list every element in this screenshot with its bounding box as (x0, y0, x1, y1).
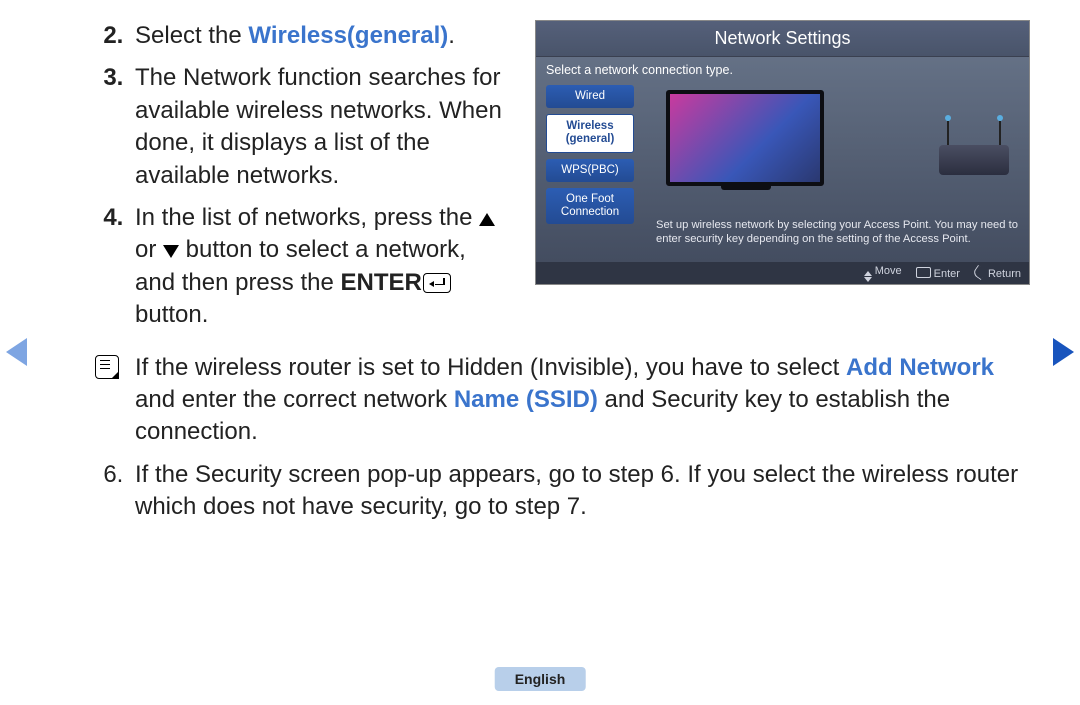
language-indicator: English (495, 667, 586, 691)
note-text-b: and enter the correct network (135, 386, 454, 413)
panel-footer: Move Enter Return (536, 262, 1029, 284)
instruction-list-bottom: If the wireless router is set to Hidden … (90, 352, 1030, 524)
step-2-text-b: . (448, 22, 455, 49)
tv-illustration-router (939, 145, 1009, 175)
panel-subtitle: Select a network connection type. (536, 57, 1029, 77)
return-mini-icon (972, 264, 987, 279)
move-updown-icon (864, 271, 872, 282)
enter-mini-icon (916, 267, 931, 278)
step-5-text: If the Security screen pop-up appears, g… (135, 461, 1018, 520)
step-4-text-c: button. (135, 301, 208, 328)
menu-item-wireless-general[interactable]: Wireless (general) (546, 114, 634, 152)
menu-item-onefoot-l2: Connection (561, 206, 619, 218)
step-3: The Network function searches for availa… (130, 62, 510, 192)
down-arrow-icon (163, 245, 179, 258)
prev-page-arrow[interactable] (6, 338, 27, 366)
step-2: Select the Wireless(general). (130, 20, 510, 52)
step-4-text-a: In the list of networks, press the (135, 204, 479, 231)
menu-item-one-foot[interactable]: One Foot Connection (546, 188, 634, 224)
enter-icon (423, 273, 451, 293)
add-network-link: Add Network (846, 354, 994, 381)
footer-return-label: Return (988, 268, 1021, 280)
step-4: In the list of networks, press the or bu… (130, 202, 510, 332)
step-5: If the Security screen pop-up appears, g… (130, 459, 1030, 524)
step-3-text: The Network function searches for availa… (135, 64, 502, 188)
steps-column-narrow: Select the Wireless(general). The Networ… (90, 20, 510, 342)
note-icon (95, 355, 119, 379)
panel-body: Wired Wireless (general) WPS(PBC) One Fo… (536, 77, 1029, 255)
network-settings-panel: Network Settings Select a network connec… (535, 20, 1030, 285)
step-4-or: or (135, 236, 163, 263)
up-arrow-icon (479, 213, 495, 226)
menu-item-onefoot-l1: One Foot (566, 193, 614, 205)
menu-item-wired-label: Wired (575, 90, 605, 102)
footer-enter-label: Enter (934, 268, 960, 280)
panel-title: Network Settings (536, 21, 1029, 57)
next-page-arrow[interactable] (1053, 338, 1074, 366)
footer-return: Return (974, 267, 1021, 280)
upper-content-row: Select the Wireless(general). The Networ… (90, 20, 1030, 342)
panel-illustration: Set up wireless network by selecting you… (646, 85, 1019, 255)
footer-enter: Enter (916, 267, 960, 280)
router-antenna-left-icon (947, 121, 949, 145)
footer-move-label: Move (875, 265, 902, 277)
menu-item-wireless-l2: (general) (566, 133, 615, 145)
note-text-a: If the wireless router is set to Hidden … (135, 354, 846, 381)
enter-label: ENTER (340, 269, 421, 296)
name-ssid-label: Name (SSID) (454, 386, 598, 413)
tv-illustration-stand (721, 182, 771, 190)
note-hidden-router: If the wireless router is set to Hidden … (130, 352, 1030, 449)
menu-item-wired[interactable]: Wired (546, 85, 634, 108)
step-2-text-a: Select the (135, 22, 248, 49)
instruction-list-top: Select the Wireless(general). The Networ… (90, 20, 510, 332)
menu-item-wireless-l1: Wireless (566, 120, 613, 132)
footer-move: Move (864, 265, 902, 282)
menu-item-wps-label: WPS(PBC) (561, 164, 619, 176)
connection-type-menu: Wired Wireless (general) WPS(PBC) One Fo… (546, 85, 634, 255)
panel-description: Set up wireless network by selecting you… (656, 218, 1019, 247)
tv-illustration-monitor (666, 90, 824, 186)
manual-page: Select the Wireless(general). The Networ… (0, 0, 1080, 705)
wireless-general-link: Wireless(general) (248, 22, 448, 49)
menu-item-wps-pbc[interactable]: WPS(PBC) (546, 159, 634, 182)
router-antenna-right-icon (999, 121, 1001, 145)
